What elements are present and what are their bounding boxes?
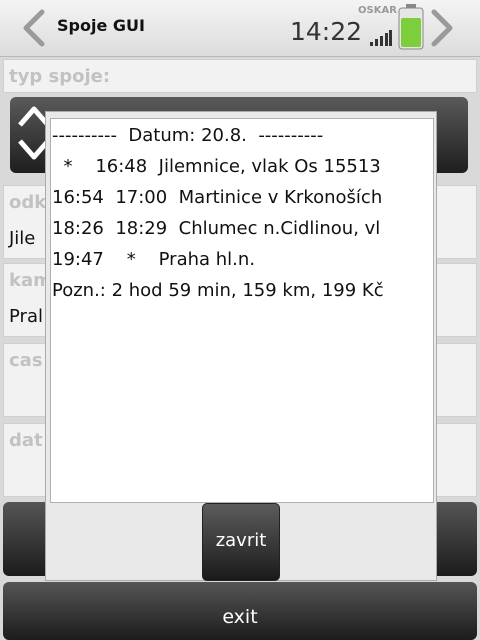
- to-value: Pral: [9, 306, 43, 327]
- close-button[interactable]: zavrit: [202, 503, 280, 581]
- app-title: Spoje GUI: [57, 16, 145, 35]
- result-dialog: ---------- Datum: 20.8. ---------- * 16:…: [45, 111, 437, 581]
- clock: 14:22: [290, 17, 363, 46]
- signal-strength-icon: [370, 30, 392, 46]
- forward-arrow-icon[interactable]: [428, 8, 458, 48]
- back-arrow-icon[interactable]: [18, 8, 48, 48]
- time-label: cas: [9, 350, 43, 371]
- exit-button[interactable]: exit: [3, 582, 477, 640]
- battery-icon: [398, 4, 424, 50]
- from-label: odk: [9, 192, 47, 213]
- result-line: 16:54 17:00 Martinice v Krkonoších: [52, 187, 383, 208]
- from-value: Jile: [9, 228, 36, 249]
- result-line: * 16:48 Jilemnice, vlak Os 15513: [52, 156, 381, 177]
- result-lines: ---------- Datum: 20.8. ---------- * 16:…: [52, 120, 384, 306]
- close-button-label: zavrit: [215, 530, 267, 551]
- date-label: dat: [9, 430, 43, 451]
- result-text-area[interactable]: ---------- Datum: 20.8. ---------- * 16:…: [50, 118, 434, 503]
- type-field: typ spoje:: [3, 59, 477, 93]
- date-header-line: ---------- Datum: 20.8. ----------: [52, 125, 324, 146]
- exit-label: exit: [222, 606, 258, 628]
- note-line: Pozn.: 2 hod 59 min, 159 km, 199 Kč: [52, 280, 384, 301]
- result-line: 19:47 * Praha hl.n.: [52, 249, 256, 270]
- status-bar: Spoje GUI 14:22 OSKAR: [0, 0, 480, 57]
- result-line: 18:26 18:29 Chlumec n.Cidlinou, vl: [52, 218, 381, 239]
- carrier-name: OSKAR: [358, 5, 397, 16]
- type-label: typ spoje:: [9, 66, 111, 87]
